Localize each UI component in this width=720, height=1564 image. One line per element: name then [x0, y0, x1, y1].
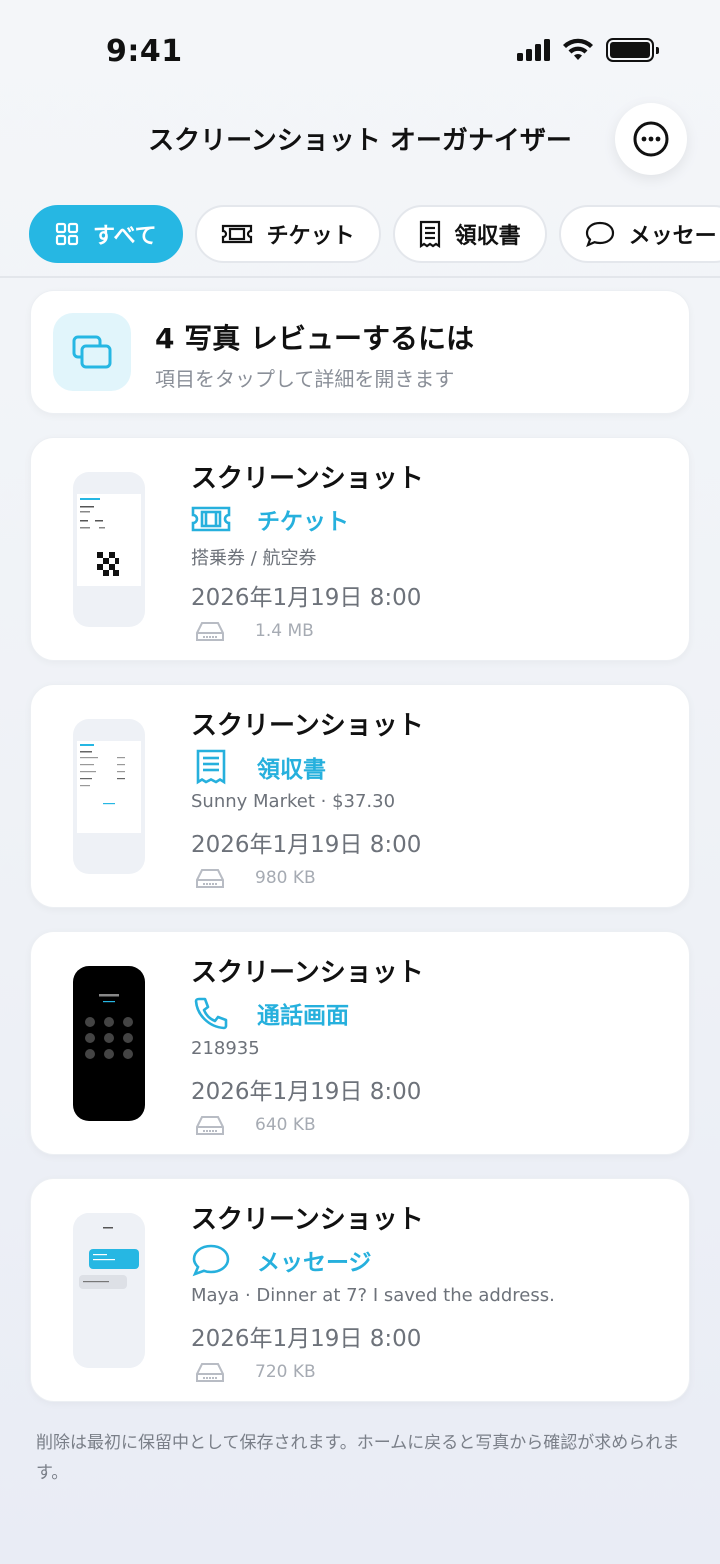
item-category: 通話画面	[191, 996, 349, 1030]
storage-drive-icon	[196, 622, 224, 641]
page-title: スクリーンショット オーガナイザー	[148, 126, 572, 156]
item-description: 搭乗券 / 航空券	[191, 548, 317, 569]
item-description: Sunny Market · $37.30	[191, 791, 396, 812]
filter-chips: すべて チケット 領収書 メッセー	[29, 205, 720, 263]
item-date: 2026年1月19日 8:00	[191, 1079, 422, 1105]
filter-chip-label: 領収書	[454, 224, 521, 249]
filter-chip-ticket[interactable]: チケット	[194, 205, 381, 263]
item-size: 720 KB	[195, 1361, 316, 1383]
header-divider	[0, 276, 720, 278]
item-category-label: メッセージ	[257, 1250, 372, 1276]
item-category-label: 領収書	[257, 757, 326, 783]
item-title: スクリーンショット	[191, 711, 424, 741]
wifi-icon	[563, 38, 593, 60]
status-bar: 9:41	[0, 0, 720, 100]
item-date: 2026年1月19日 8:00	[191, 585, 422, 611]
item-size-label: 980 KB	[255, 868, 316, 888]
more-options-button[interactable]	[615, 103, 687, 175]
item-date: 2026年1月19日 8:00	[191, 1326, 422, 1352]
ticket-icon	[221, 224, 252, 244]
item-title: スクリーンショット	[191, 958, 424, 988]
item-size: 1.4 MB	[195, 620, 314, 642]
screenshot-item-card[interactable]: スクリーンショット 通話画面 218935 2026年1月19日 8:00 64…	[30, 931, 690, 1155]
filter-chip-label: すべて	[93, 224, 157, 249]
screenshot-thumbnail	[73, 1213, 145, 1368]
item-category-label: チケット	[257, 509, 349, 535]
item-title: スクリーンショット	[191, 464, 424, 494]
item-category: 領収書	[191, 749, 326, 785]
item-category-label: 通話画面	[257, 1003, 349, 1029]
screenshot-thumbnail	[73, 719, 145, 874]
filter-chip-label: チケット	[266, 224, 355, 249]
chat-bubble-icon	[585, 221, 614, 247]
screenshot-item-card[interactable]: スクリーンショット 領収書 Sunny Market · $37.30 2026…	[30, 684, 690, 908]
item-size-label: 720 KB	[255, 1362, 316, 1382]
item-size-label: 1.4 MB	[255, 621, 314, 641]
item-date: 2026年1月19日 8:00	[191, 832, 422, 858]
screenshot-item-card[interactable]: スクリーンショット メッセージ Maya · Dinner at 7? I sa…	[30, 1178, 690, 1402]
storage-drive-icon	[196, 1363, 224, 1382]
screenshot-thumbnail	[73, 472, 145, 627]
item-category: チケット	[191, 502, 349, 536]
phone-icon	[194, 997, 228, 1030]
item-size: 640 KB	[195, 1114, 316, 1136]
photos-stack-icon	[72, 335, 112, 369]
item-description: 218935	[191, 1038, 260, 1059]
ticket-icon	[191, 506, 231, 532]
review-subtitle: 項目をタップして詳細を開きます	[155, 367, 455, 391]
filter-chip-label: メッセー	[628, 224, 717, 249]
storage-drive-icon	[196, 869, 224, 888]
cellular-signal-icon	[517, 39, 550, 61]
item-category: メッセージ	[191, 1243, 372, 1277]
screenshot-thumbnail	[73, 966, 145, 1121]
receipt-icon	[196, 749, 226, 785]
grid-icon	[55, 222, 79, 246]
filter-chip-receipt[interactable]: 領収書	[392, 205, 547, 263]
review-summary-card: 4 写真 レビューするには 項目をタップして詳細を開きます	[30, 290, 690, 414]
review-icon-box	[53, 313, 131, 391]
status-icons	[517, 38, 659, 62]
review-title: 4 写真 レビューするには	[155, 322, 474, 355]
chat-bubble-icon	[192, 1244, 230, 1277]
status-time: 9:41	[106, 34, 183, 69]
storage-drive-icon	[196, 1116, 224, 1135]
item-size-label: 640 KB	[255, 1115, 316, 1135]
item-size: 980 KB	[195, 867, 316, 889]
item-title: スクリーンショット	[191, 1205, 424, 1235]
more-icon	[633, 121, 669, 157]
battery-icon	[606, 38, 659, 62]
filter-chip-message[interactable]: メッセー	[558, 205, 720, 263]
filter-chip-all[interactable]: すべて	[29, 205, 183, 263]
footer-note: 削除は最初に保留中として保存されます。ホームに戻ると写真から確認が求められます。	[36, 1433, 680, 1483]
screenshot-item-card[interactable]: スクリーンショット チケット 搭乗券 / 航空券 2026年1月19日 8:00…	[30, 437, 690, 661]
receipt-icon	[419, 220, 440, 248]
item-description: Maya · Dinner at 7? I saved the address.	[191, 1285, 555, 1306]
